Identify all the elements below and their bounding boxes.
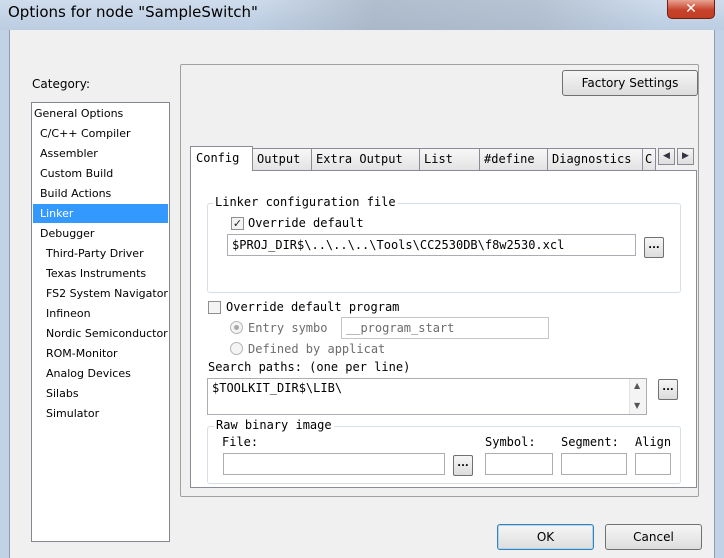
override-program-label: Override default program <box>226 300 400 314</box>
raw-binary-segment-field[interactable] <box>561 453 627 475</box>
raw-binary-symbol-label: Symbol: <box>485 435 536 449</box>
defined-by-application-radio[interactable] <box>230 342 243 355</box>
category-item-fs2-system-navigator[interactable]: FS2 System Navigator <box>33 284 168 303</box>
search-paths-textarea[interactable]: $TOOLKIT_DIR$\LIB\ <box>207 378 647 415</box>
category-item-analog-devices[interactable]: Analog Devices <box>33 364 168 383</box>
category-item-nordic-semiconductor[interactable]: Nordic Semiconductor <box>33 324 168 343</box>
tab-config[interactable]: Config <box>190 146 253 171</box>
close-icon: ✕ <box>685 1 697 17</box>
category-item-silabs[interactable]: Silabs <box>33 384 168 403</box>
tab-scroll-arrows: ◀ ▶ <box>654 148 696 165</box>
category-item-c-compiler[interactable]: C/C++ Compiler <box>33 124 168 143</box>
category-item-rom-monitor[interactable]: ROM-Monitor <box>33 344 168 363</box>
override-default-label: Override default <box>248 216 364 230</box>
entry-symbol-field[interactable]: __program_start <box>341 317 549 339</box>
raw-binary-symbol-field[interactable] <box>485 453 553 475</box>
linker-config-path-field[interactable]: $PROJ_DIR$\..\..\..\Tools\CC2530DB\f8w25… <box>227 234 636 256</box>
category-item-linker[interactable]: Linker <box>33 204 168 223</box>
config-tab-page: Linker configuration file ✓ Override def… <box>190 170 697 488</box>
category-item-build-actions[interactable]: Build Actions <box>33 184 168 203</box>
title-bar[interactable]: Options for node "SampleSwitch" ✕ <box>0 0 724 30</box>
tab-output[interactable]: Output <box>252 148 312 170</box>
window-frame-left <box>0 30 9 558</box>
check-icon: ✓ <box>232 217 243 230</box>
raw-binary-align-field[interactable] <box>635 453 671 475</box>
category-item-custom-build[interactable]: Custom Build <box>33 164 168 183</box>
factory-settings-button[interactable]: Factory Settings <box>562 70 698 96</box>
category-item-simulator[interactable]: Simulator <box>33 404 168 423</box>
category-item-assembler[interactable]: Assembler <box>33 144 168 163</box>
tab-scroll-right-icon[interactable]: ▶ <box>677 148 694 165</box>
ok-button[interactable]: OK <box>497 524 594 550</box>
cancel-button[interactable]: Cancel <box>605 524 702 550</box>
title-bar-background <box>250 0 660 30</box>
tab-list[interactable]: List <box>419 148 480 170</box>
raw-binary-file-field[interactable] <box>223 453 445 475</box>
tab-extra-output[interactable]: Extra Output <box>311 148 420 170</box>
category-list[interactable]: General Options C/C++ Compiler Assembler… <box>31 102 170 542</box>
category-item-infineon[interactable]: Infineon <box>33 304 168 323</box>
scroll-down-icon[interactable]: ▼ <box>634 401 640 410</box>
close-button[interactable]: ✕ <box>667 0 715 19</box>
scroll-up-icon[interactable]: ▲ <box>634 381 640 390</box>
defined-by-application-label: Defined by applicat <box>248 342 386 356</box>
entry-symbol-label: Entry symbo <box>248 321 328 335</box>
linker-config-title: Linker configuration file <box>213 195 398 209</box>
category-label: Category: <box>32 77 90 91</box>
window-title: Options for node "SampleSwitch" <box>8 3 258 21</box>
override-program-checkbox[interactable] <box>208 301 221 314</box>
category-item-general-options[interactable]: General Options <box>33 104 168 123</box>
raw-binary-title: Raw binary image <box>214 418 334 432</box>
category-item-debugger[interactable]: Debugger <box>33 224 168 243</box>
tab-define[interactable]: #define <box>479 148 548 170</box>
override-default-checkbox[interactable]: ✓ <box>231 217 244 230</box>
search-paths-scrollbar[interactable]: ▲ ▼ <box>629 379 646 414</box>
raw-binary-file-label: File: <box>222 435 259 449</box>
tab-scroll-left-icon[interactable]: ◀ <box>658 148 675 165</box>
raw-binary-segment-label: Segment: <box>561 435 619 449</box>
raw-binary-browse-button[interactable]: ... <box>453 455 473 476</box>
raw-binary-align-label: Align <box>635 435 672 449</box>
linker-config-browse-button[interactable]: ... <box>644 237 664 258</box>
search-paths-label: Search paths: (one per line) <box>208 360 411 374</box>
tab-diagnostics[interactable]: Diagnostics <box>547 148 643 170</box>
category-item-texas-instruments[interactable]: Texas Instruments <box>33 264 168 283</box>
category-item-third-party-driver[interactable]: Third-Party Driver <box>33 244 168 263</box>
window-frame-right <box>715 30 724 558</box>
entry-symbol-radio[interactable] <box>230 321 243 334</box>
search-paths-browse-button[interactable]: ... <box>658 379 678 400</box>
